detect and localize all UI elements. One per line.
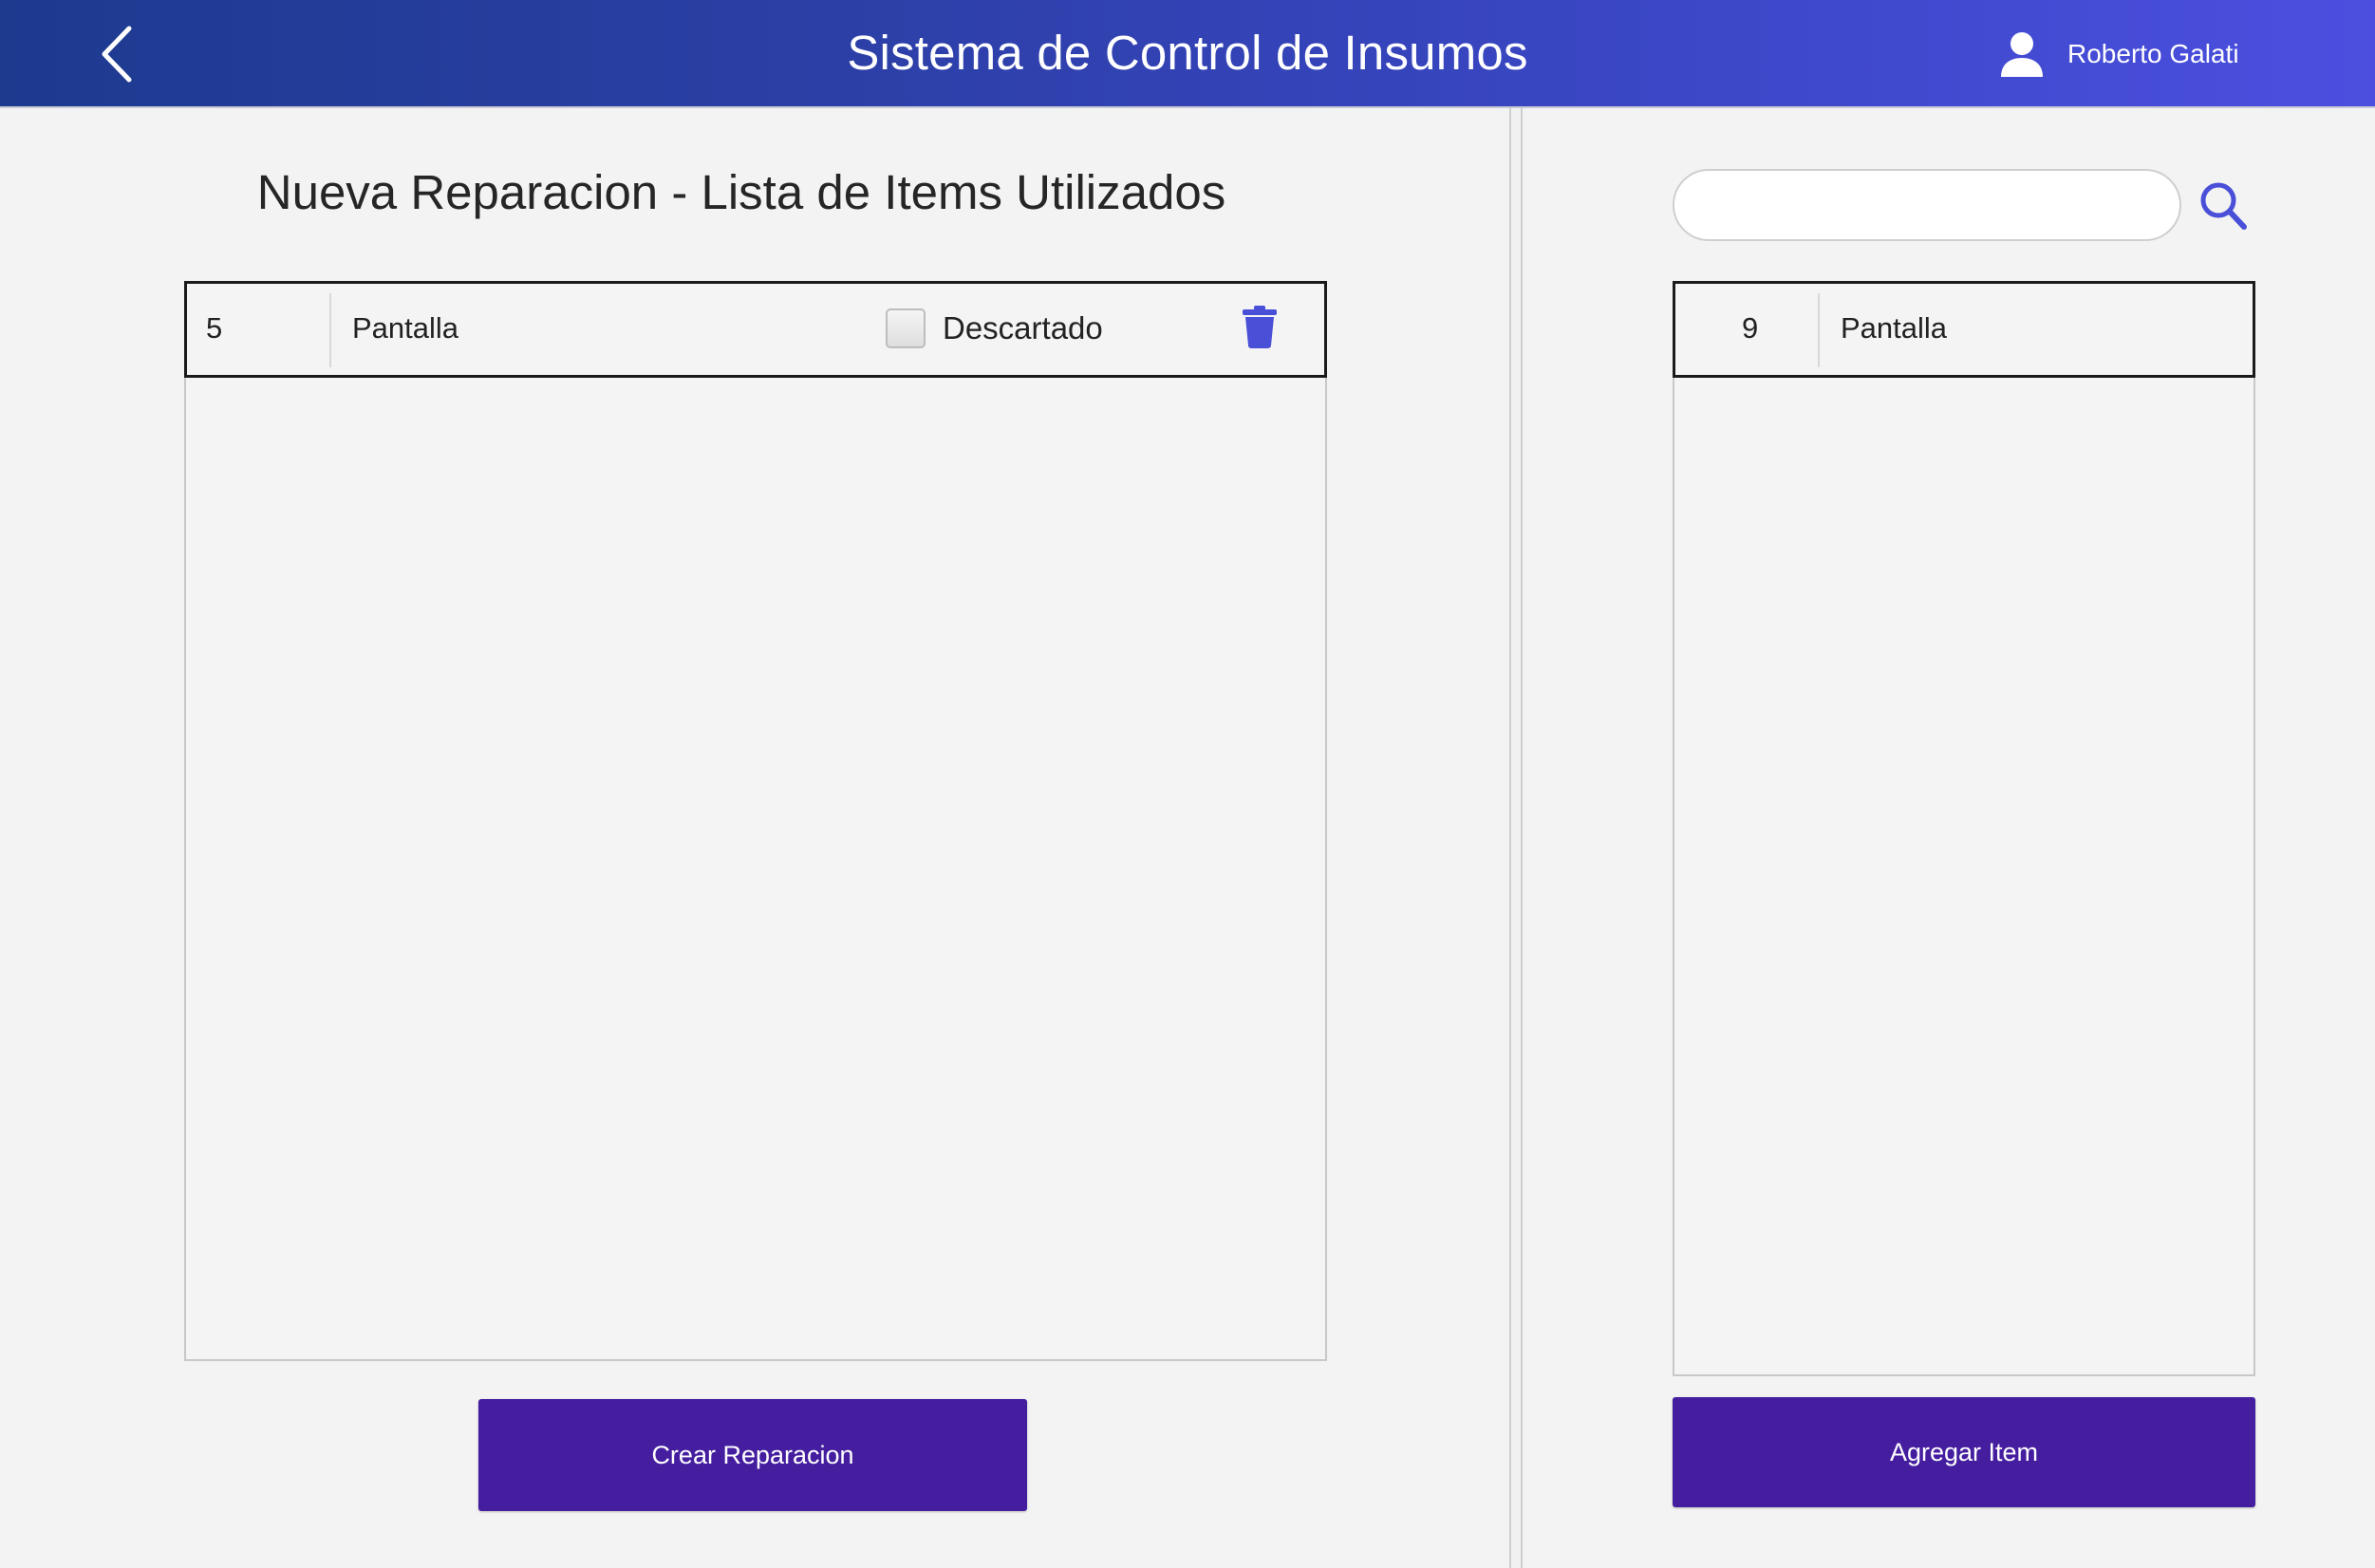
- cell-separator: [329, 293, 331, 367]
- search-button[interactable]: [2198, 180, 2248, 232]
- available-items-list: 9 Pantalla: [1673, 281, 2255, 1376]
- search-input[interactable]: [1673, 169, 2181, 241]
- create-repair-button[interactable]: Crear Reparacion: [478, 1399, 1027, 1511]
- list-item[interactable]: 9 Pantalla: [1673, 281, 2255, 378]
- trash-icon: [1243, 306, 1277, 348]
- search-icon: [2200, 182, 2247, 230]
- item-name: Pantalla: [1841, 311, 1948, 345]
- panel-divider: [1509, 108, 1523, 1568]
- used-items-list: 5 Pantalla Descartado: [184, 281, 1327, 1361]
- page-title: Nueva Reparacion - Lista de Items Utiliz…: [256, 165, 1226, 219]
- discarded-label: Descartado: [943, 310, 1103, 345]
- user-name: Roberto Galati: [2067, 39, 2239, 68]
- cell-separator: [1818, 293, 1820, 367]
- user-icon: [2001, 32, 2043, 77]
- item-quantity: 5: [206, 311, 223, 345]
- item-name: Pantalla: [352, 311, 459, 345]
- item-quantity: 9: [1742, 311, 1759, 345]
- delete-item-button[interactable]: [1241, 305, 1279, 348]
- add-item-button[interactable]: Agregar Item: [1673, 1397, 2255, 1507]
- user-menu[interactable]: Roberto Galati: [1997, 25, 2239, 84]
- app-header: Sistema de Control de Insumos Roberto Ga…: [0, 0, 2375, 108]
- list-item[interactable]: 5 Pantalla Descartado: [184, 281, 1327, 378]
- discarded-checkbox[interactable]: [886, 308, 926, 348]
